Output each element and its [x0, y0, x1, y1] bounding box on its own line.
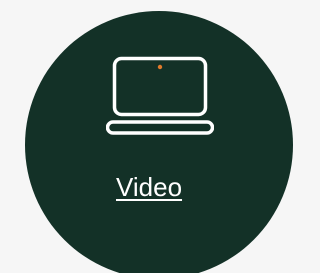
laptop-icon	[106, 56, 214, 135]
video-card[interactable]: Video	[0, 0, 293, 273]
video-link[interactable]: Video	[116, 172, 182, 202]
video-circle-background[interactable]	[25, 11, 293, 273]
